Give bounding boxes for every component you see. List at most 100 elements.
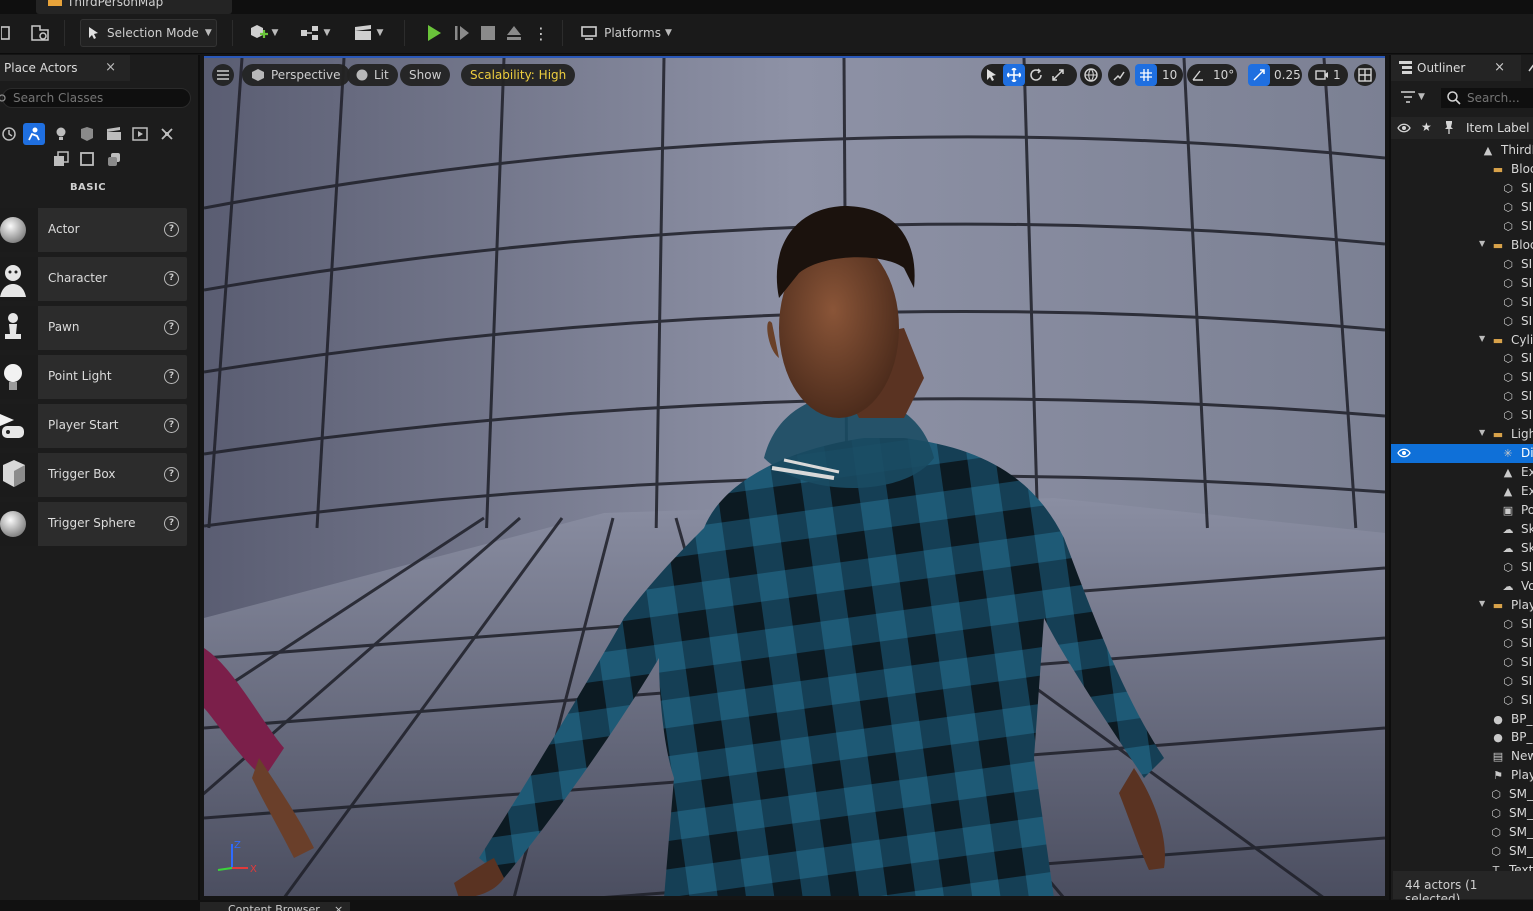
- outliner-actor-row[interactable]: ⬡ SI: [1391, 255, 1533, 274]
- outliner-actor-row[interactable]: ☁ Sk: [1391, 520, 1533, 539]
- outliner-actor-row[interactable]: ▲ ThirdP: [1391, 141, 1533, 160]
- scale-snap-icon[interactable]: [1248, 64, 1270, 86]
- outliner-actor-row[interactable]: ⬡ SI: [1391, 653, 1533, 672]
- advance-frame-button[interactable]: [450, 19, 474, 47]
- outliner-folder-row[interactable]: ▼ ▬ Cyli: [1391, 331, 1533, 350]
- visual-effects-category-icon[interactable]: [129, 123, 151, 145]
- basic-category-icon[interactable]: [23, 123, 45, 145]
- outliner-actor-row[interactable]: ⬡ SI: [1391, 217, 1533, 236]
- outliner-actor-row[interactable]: ⬡ SM_: [1391, 785, 1533, 804]
- place-actors-tab[interactable]: Place Actors ×: [0, 55, 130, 81]
- outliner-actor-row[interactable]: ⬡ SI: [1391, 634, 1533, 653]
- outliner-actor-row[interactable]: ⬡ SI: [1391, 198, 1533, 217]
- outliner-folder-row[interactable]: ▼ ▬ Play: [1391, 596, 1533, 615]
- content-browser-icon[interactable]: [28, 19, 52, 47]
- help-icon[interactable]: ?: [164, 418, 179, 433]
- stop-button[interactable]: [476, 19, 500, 47]
- outliner-actor-row[interactable]: ☁ Sk: [1391, 539, 1533, 558]
- expand-triangle-icon[interactable]: ▼: [1479, 599, 1485, 608]
- rotate-tool-icon[interactable]: [1025, 64, 1047, 86]
- outliner-actor-row[interactable]: ⬡ SM_: [1391, 842, 1533, 861]
- outliner-actor-row[interactable]: ⬡ SI: [1391, 349, 1533, 368]
- outliner-actor-row[interactable]: ⚑ Play: [1391, 766, 1533, 785]
- outliner-actor-row[interactable]: ● BP_I: [1391, 728, 1533, 747]
- outliner-actor-row[interactable]: ⬡ SI: [1391, 293, 1533, 312]
- outliner-actor-row[interactable]: ⬡ SM_: [1391, 823, 1533, 842]
- lights-category-icon[interactable]: [50, 123, 72, 145]
- grid-snap-icon[interactable]: [1135, 64, 1157, 86]
- level-viewport[interactable]: Perspective Lit Show Scalability: High 1…: [204, 56, 1385, 896]
- eject-button[interactable]: [502, 19, 526, 47]
- viewport-menu-button[interactable]: [212, 64, 234, 86]
- outliner-actor-row[interactable]: ⬡ SI: [1391, 312, 1533, 331]
- play-options-kebab-icon[interactable]: ⋮: [532, 19, 550, 47]
- actor-item-trigger-sphere[interactable]: Trigger Sphere?: [0, 502, 187, 546]
- add-actor-button[interactable]: ▼: [244, 19, 282, 47]
- outliner-actor-row[interactable]: ▲ Ex: [1391, 482, 1533, 501]
- pinned-column-icon[interactable]: [1444, 121, 1454, 137]
- favorite-star-icon[interactable]: ★: [1421, 120, 1432, 134]
- outliner-actor-row[interactable]: ⬡ SM_: [1391, 804, 1533, 823]
- actor-item-point-light[interactable]: Point Light?: [0, 355, 187, 399]
- outliner-folder-row[interactable]: ▼ ▬ Bloc: [1391, 236, 1533, 255]
- close-icon[interactable]: ×: [105, 60, 116, 75]
- close-icon[interactable]: ×: [334, 903, 343, 911]
- visibility-column-eye-icon[interactable]: [1397, 122, 1411, 137]
- camera-speed-control[interactable]: 1: [1308, 64, 1348, 86]
- blueprint-button[interactable]: ▼: [296, 19, 334, 47]
- visibility-eye-icon[interactable]: [1397, 447, 1411, 462]
- play-button[interactable]: [420, 19, 448, 47]
- shapes-category-icon[interactable]: [76, 123, 98, 145]
- pin-icon[interactable]: [1527, 61, 1533, 76]
- help-icon[interactable]: ?: [164, 271, 179, 286]
- help-icon[interactable]: ?: [164, 369, 179, 384]
- expand-triangle-icon[interactable]: ▼: [1479, 334, 1485, 343]
- outliner-actor-row[interactable]: ⬡ SI: [1391, 672, 1533, 691]
- outliner-actor-row[interactable]: ⬡ SI: [1391, 615, 1533, 634]
- help-icon[interactable]: ?: [164, 320, 179, 335]
- search-classes-input[interactable]: [2, 88, 191, 108]
- outliner-actor-row[interactable]: ⬡ SI: [1391, 558, 1533, 577]
- cinematics-button[interactable]: ▼: [348, 19, 388, 47]
- filter-button[interactable]: ▼: [1401, 91, 1425, 103]
- viewport-layout-icon[interactable]: [1354, 64, 1376, 86]
- move-tool-icon[interactable]: [1003, 64, 1025, 86]
- show-button[interactable]: Show: [400, 64, 451, 86]
- cinematic-category-icon[interactable]: [103, 123, 125, 145]
- actor-item-trigger-box[interactable]: Trigger Box?: [0, 453, 187, 497]
- outliner-actor-row[interactable]: ⬡ SI: [1391, 368, 1533, 387]
- item-label-column-header[interactable]: Item Label: [1466, 121, 1530, 135]
- outliner-actor-row[interactable]: ✳ Di: [1391, 444, 1533, 464]
- outliner-tab[interactable]: Outliner ×: [1391, 55, 1521, 81]
- actor-item-actor[interactable]: Actor?: [0, 208, 187, 252]
- outliner-actor-row[interactable]: ⬡ SI: [1391, 691, 1533, 710]
- outliner-actor-row[interactable]: ▲ Ex: [1391, 463, 1533, 482]
- geometry-category-icon[interactable]: [156, 123, 178, 145]
- grid-snap-control[interactable]: 10: [1135, 64, 1183, 86]
- recent-icon[interactable]: [0, 123, 20, 145]
- perspective-button[interactable]: Perspective: [242, 64, 350, 86]
- outliner-actor-row[interactable]: ▤ New: [1391, 747, 1533, 766]
- view-mode-button[interactable]: Lit: [347, 64, 398, 86]
- help-icon[interactable]: ?: [164, 222, 179, 237]
- outliner-actor-row[interactable]: ● BP_: [1391, 710, 1533, 729]
- surface-snapping-icon[interactable]: [1108, 64, 1130, 86]
- outliner-folder-row[interactable]: ▼ ▬ Ligh: [1391, 425, 1533, 444]
- outliner-actor-row[interactable]: ☁ Vo: [1391, 577, 1533, 596]
- rotation-snap-control[interactable]: 10°: [1187, 64, 1237, 86]
- outliner-actor-row[interactable]: ⬡ SI: [1391, 179, 1533, 198]
- help-icon[interactable]: ?: [164, 516, 179, 531]
- platforms-dropdown[interactable]: Platforms ▼: [578, 19, 674, 47]
- content-browser-tab[interactable]: Content Browser ×: [200, 902, 350, 911]
- select-tool-icon[interactable]: [981, 64, 1003, 86]
- expand-triangle-icon[interactable]: ▼: [1479, 239, 1485, 248]
- volumes-category-icon[interactable]: [50, 148, 72, 170]
- scale-snap-control[interactable]: 0.25: [1248, 64, 1302, 86]
- outliner-actor-row[interactable]: ⬡ SI: [1391, 406, 1533, 425]
- outliner-actor-row[interactable]: ▣ Po: [1391, 501, 1533, 520]
- selection-mode-dropdown[interactable]: Selection Mode ▼: [80, 19, 217, 47]
- actor-item-pawn[interactable]: Pawn?: [0, 306, 187, 350]
- placed-category-icon[interactable]: [103, 148, 125, 170]
- world-local-toggle-icon[interactable]: [1080, 64, 1102, 86]
- scalability-button[interactable]: Scalability: High: [461, 64, 576, 86]
